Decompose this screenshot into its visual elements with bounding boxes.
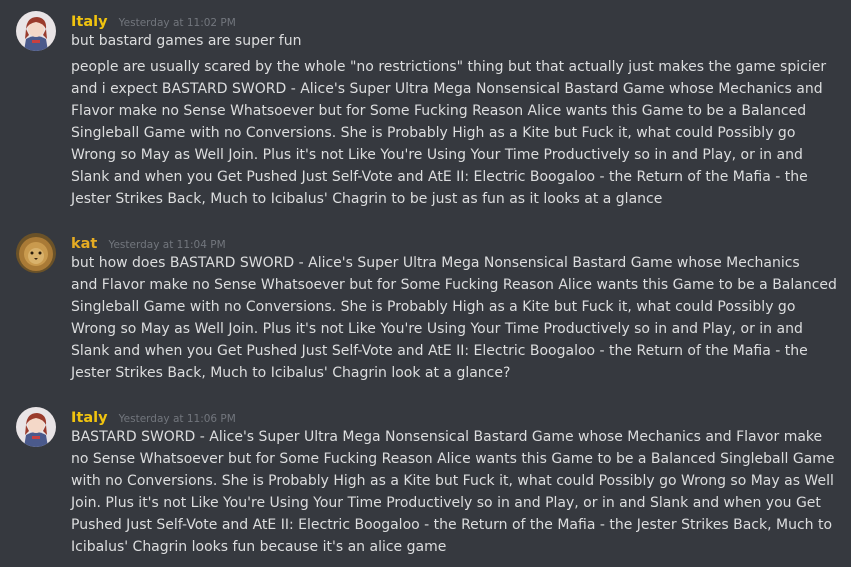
message-text: and i expect BASTARD SWORD - Alice's Sup… [71,81,823,97]
message-text: Slank and when you Get Pushed Just Self-… [71,343,808,359]
message-text: Wrong so May as Well Join. Plus it's not… [71,147,803,163]
message-text: Flavor make no Sense Whatsoever but for … [71,103,807,119]
message-text: Singleball Game with no Conversions. She… [71,125,796,141]
message-text: BASTARD SWORD - Alice's Super Ultra Mega… [71,429,823,445]
message-text: but how does BASTARD SWORD - Alice's Sup… [71,255,800,271]
message-text: Jester Strikes Back, Much to Icibalus' C… [71,191,663,207]
message-content: but bastard games are super fun people a… [71,30,827,210]
message-content: BASTARD SWORD - Alice's Super Ultra Mega… [71,426,835,558]
message-text: Slank and when you Get Pushed Just Self-… [71,169,808,185]
avatar[interactable] [16,233,56,273]
message-content: but how does BASTARD SWORD - Alice's Sup… [71,252,837,384]
message-text: Wrong so May as Well Join. Plus it's not… [71,321,803,337]
username[interactable]: Italy [71,14,108,30]
timestamp: Yesterday at 11:06 PM [118,413,236,425]
message-text: people are usually scared by the whole "… [71,59,827,75]
message-text: but bastard games are super fun [71,33,302,49]
anime-character-avatar-icon [16,11,56,51]
message-text: no Sense Whatsoever but for Some Fucking… [71,451,835,467]
username[interactable]: Italy [71,410,108,426]
avatar[interactable] [16,11,56,51]
avatar[interactable] [16,407,56,447]
message-text: and Flavor make no Sense Whatsoever but … [71,277,837,293]
username[interactable]: kat [71,236,97,252]
message-text: with no Conversions. She is Probably Hig… [71,473,834,489]
timestamp: Yesterday at 11:04 PM [108,239,226,251]
message-text: Jester Strikes Back, Much to Icibalus' C… [71,365,511,381]
anime-character-avatar-icon [16,407,56,447]
message-text: Singleball Game with no Conversions. She… [71,299,796,315]
message-text: Icibalus' Chagrin looks fun because it's… [71,539,447,555]
lion-avatar-icon [16,233,56,273]
message-text: Join. Plus it's not Like You're Using Yo… [71,495,821,511]
timestamp: Yesterday at 11:02 PM [118,17,236,29]
message-text: Pushed Just Self-Vote and AtE II: Electr… [71,517,833,533]
